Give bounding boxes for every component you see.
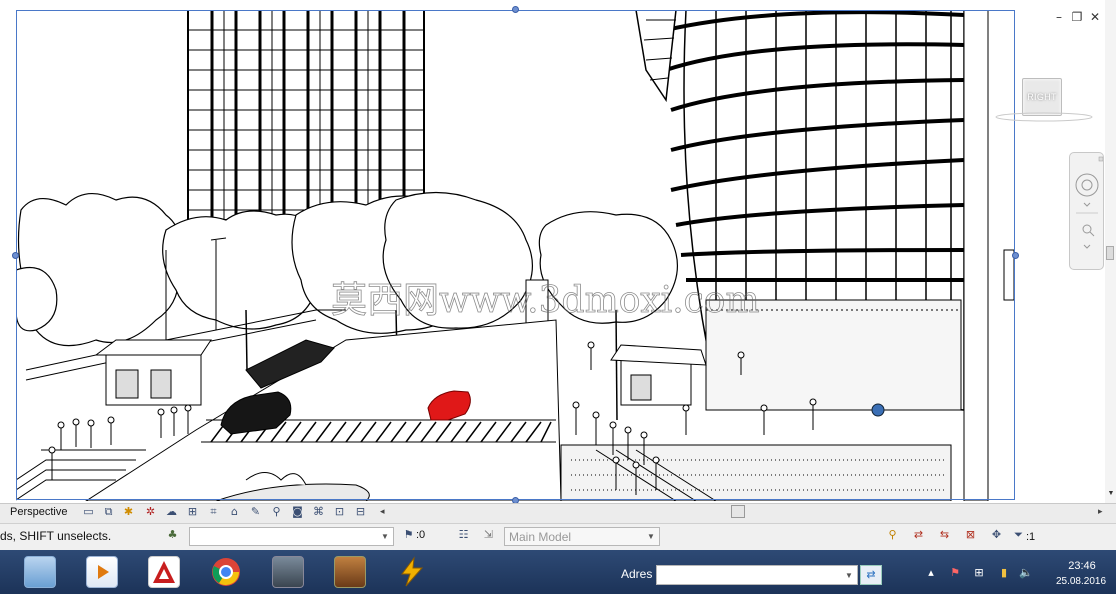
address-label: Adres bbox=[621, 567, 653, 581]
volume-icon[interactable]: 🔈 bbox=[1019, 566, 1033, 580]
chevron-down-icon: ▼ bbox=[381, 532, 389, 541]
network-error-icon[interactable]: ⚑ bbox=[948, 566, 962, 580]
scroll-left-arrow[interactable]: ◂ bbox=[380, 506, 385, 517]
address-input[interactable]: ▼ bbox=[656, 565, 858, 585]
viewcube-face-label: RIGHT bbox=[1027, 92, 1057, 102]
vertical-scrollbar-thumb[interactable] bbox=[1106, 246, 1114, 260]
media-player-icon[interactable] bbox=[86, 556, 118, 588]
drawing-viewport[interactable]: 莫西网www.3dmoxi.com – ❐ ✕ RIGHT ▼ bbox=[0, 0, 1116, 503]
wheelchair-figure bbox=[871, 403, 885, 417]
crop-grip-left[interactable] bbox=[12, 252, 19, 259]
plaza-right bbox=[560, 444, 952, 501]
viewcube-compass-ring[interactable] bbox=[994, 110, 1094, 124]
select-pinned-icon[interactable]: ⇆ bbox=[938, 528, 951, 541]
horizontal-scrollbar-thumb[interactable] bbox=[731, 505, 745, 518]
scroll-down-arrow[interactable]: ▼ bbox=[1106, 490, 1116, 500]
navigation-bar bbox=[1069, 152, 1104, 270]
clock-time[interactable]: 23:46 bbox=[1060, 560, 1104, 572]
game-icon[interactable] bbox=[272, 556, 304, 588]
crop-grip-right[interactable] bbox=[1012, 252, 1019, 259]
chevron-down-icon: ▼ bbox=[647, 532, 655, 541]
design-option-text: Main Model bbox=[509, 530, 572, 544]
scale-icon[interactable]: ▭ bbox=[82, 505, 95, 518]
signal-icon[interactable]: ▮ bbox=[997, 566, 1011, 580]
chevron-down-icon: ▼ bbox=[845, 571, 853, 580]
restore-icon[interactable]: ❐ bbox=[1070, 10, 1084, 24]
workset-dropdown[interactable]: ▼ bbox=[189, 527, 394, 546]
crop-view-icon[interactable]: ⌗ bbox=[207, 505, 220, 518]
calculator-icon[interactable] bbox=[24, 556, 56, 588]
sun-path-icon[interactable]: ✲ bbox=[144, 505, 157, 518]
chrome-icon[interactable] bbox=[210, 556, 242, 588]
perspective-scene[interactable]: 莫西网www.3dmoxi.com bbox=[16, 10, 1016, 501]
design-options-icon[interactable]: ⇲ bbox=[482, 528, 495, 541]
workset-icon[interactable]: ♣ bbox=[166, 528, 179, 541]
detail-level-icon[interactable]: ⧉ bbox=[102, 505, 115, 518]
left-tower bbox=[187, 10, 425, 221]
reveal-elements-icon[interactable]: ⌘ bbox=[312, 505, 325, 518]
constraints-icon[interactable]: ⊟ bbox=[354, 505, 367, 518]
tree-canopies bbox=[16, 191, 679, 347]
temporary-hide-icon[interactable]: ◙ bbox=[291, 505, 304, 518]
game-icon-2[interactable] bbox=[334, 556, 366, 588]
crop-grip-top[interactable] bbox=[512, 6, 519, 13]
select-links-icon[interactable]: ⚲ bbox=[886, 528, 899, 541]
right-wall bbox=[963, 10, 1015, 501]
clock-date[interactable]: 25.08.2016 bbox=[1049, 576, 1113, 587]
minimize-icon[interactable]: – bbox=[1052, 10, 1066, 24]
editable-only-icon[interactable]: ☷ bbox=[457, 528, 470, 541]
zoom-icon bbox=[1082, 224, 1095, 237]
pin-icon[interactable]: ⚲ bbox=[270, 505, 283, 518]
render-icon[interactable]: ⊞ bbox=[186, 505, 199, 518]
filter-count: :1 bbox=[1026, 531, 1036, 543]
analytical-model-icon[interactable]: ⊡ bbox=[333, 505, 346, 518]
selection-filter-icon[interactable]: ⚑ bbox=[402, 528, 415, 541]
select-by-face-icon[interactable]: ⊠ bbox=[964, 528, 977, 541]
select-underlay-icon[interactable]: ⇄ bbox=[912, 528, 925, 541]
shadows-icon[interactable]: ☁ bbox=[165, 505, 178, 518]
chevron-up-icon[interactable]: ▴ bbox=[924, 566, 938, 580]
watermark-text: 莫西网www.3dmoxi.com bbox=[331, 280, 760, 321]
go-button[interactable]: ⇄ bbox=[860, 565, 882, 585]
drag-elements-icon[interactable]: ✥ bbox=[990, 528, 1003, 541]
lightning-app-icon[interactable] bbox=[396, 556, 428, 588]
design-option-dropdown[interactable]: Main Model ▼ bbox=[504, 527, 660, 546]
visual-style-icon[interactable]: ✱ bbox=[122, 505, 135, 518]
autocad-icon[interactable] bbox=[148, 556, 180, 588]
close-icon[interactable]: ✕ bbox=[1088, 10, 1102, 24]
chevron-down-icon bbox=[1083, 202, 1091, 207]
view-type-label: Perspective bbox=[10, 506, 68, 518]
selection-count: :0 bbox=[416, 529, 426, 541]
show-crop-icon[interactable]: ⌂ bbox=[228, 505, 241, 518]
steeringwheel-icon bbox=[1075, 173, 1099, 197]
filter-icon[interactable]: ⏷ bbox=[1012, 528, 1025, 541]
lock-view-icon[interactable]: ✎ bbox=[249, 505, 262, 518]
scroll-right-arrow[interactable]: ▸ bbox=[1098, 506, 1103, 517]
status-hint-text: ds, SHIFT unselects. bbox=[0, 529, 112, 543]
windows-flag-icon[interactable]: ⊞ bbox=[972, 566, 986, 580]
